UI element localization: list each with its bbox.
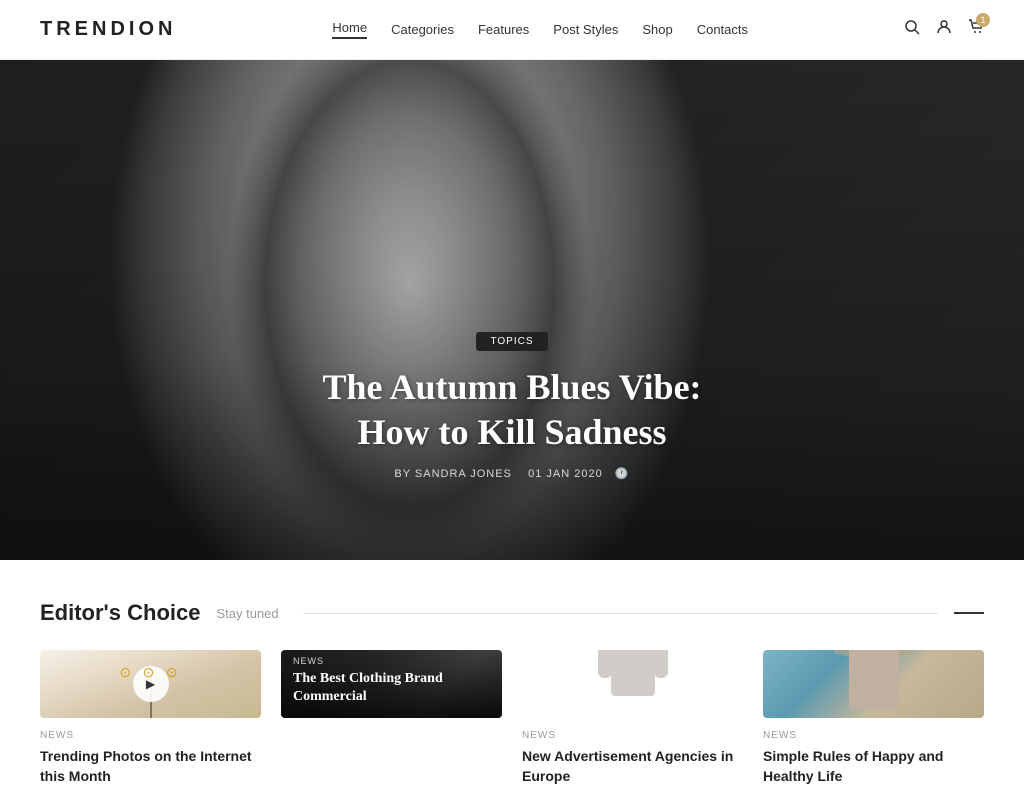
card-4[interactable]: NEWS Simple Rules of Happy and Healthy L… (763, 650, 984, 718)
hero-author: BY SANDRA JONES (394, 468, 512, 480)
hero-overlay (0, 60, 1024, 560)
card-1[interactable]: ▶ NEWS Trending Photos on the Internet t… (40, 650, 261, 718)
card-3-category: NEWS (522, 730, 743, 741)
header: TRENDION Home Categories Features Post S… (0, 0, 1024, 60)
section-divider (303, 613, 938, 614)
user-icon[interactable] (936, 19, 952, 40)
card-4-category: NEWS (763, 730, 984, 741)
header-actions: 1 (904, 19, 984, 40)
card-2-overlay: NEWS The Best Clothing Brand Commercial (281, 650, 502, 718)
hero-content: TOPICS The Autumn Blues Vibe:How to Kill… (212, 331, 812, 480)
card-3-image (522, 650, 743, 718)
cart-icon[interactable]: 1 (968, 19, 984, 40)
card-1-image: ▶ (40, 650, 261, 718)
card-4-title: Simple Rules of Happy and Healthy Life (763, 747, 984, 786)
card-2[interactable]: NEWS The Best Clothing Brand Commercial (281, 650, 502, 718)
editors-choice-section: Editor's Choice Stay tuned ▶ NEWS Trendi… (0, 560, 1024, 748)
card-2-overlay-category: NEWS (293, 656, 490, 666)
hero-background (0, 60, 1024, 560)
play-button[interactable]: ▶ (133, 666, 169, 702)
card-3-title: New Advertisement Agencies in Europe (522, 747, 743, 786)
card-4-image (763, 650, 984, 718)
nav-home[interactable]: Home (332, 20, 367, 39)
nav-contacts[interactable]: Contacts (697, 22, 748, 37)
main-nav: Home Categories Features Post Styles Sho… (332, 20, 748, 39)
section-title: Editor's Choice (40, 600, 200, 626)
hero-date: 01 JAN 2020 (528, 468, 603, 480)
card-1-category: NEWS (40, 730, 261, 741)
cart-badge: 1 (976, 13, 990, 27)
hero-topics-badge[interactable]: TOPICS (476, 332, 547, 351)
nav-shop[interactable]: Shop (642, 22, 672, 37)
cards-grid: ▶ NEWS Trending Photos on the Internet t… (40, 650, 984, 718)
card-2-image: NEWS The Best Clothing Brand Commercial (281, 650, 502, 718)
card-2-overlay-title: The Best Clothing Brand Commercial (293, 670, 490, 706)
hero-section: TOPICS The Autumn Blues Vibe:How to Kill… (0, 60, 1024, 560)
search-icon[interactable] (904, 19, 920, 40)
hero-title[interactable]: The Autumn Blues Vibe:How to Kill Sadnes… (212, 365, 812, 455)
card-1-title: Trending Photos on the Internet this Mon… (40, 747, 261, 786)
nav-categories[interactable]: Categories (391, 22, 454, 37)
section-subtitle: Stay tuned (216, 606, 278, 621)
card-3[interactable]: NEWS New Advertisement Agencies in Europ… (522, 650, 743, 718)
section-dash (954, 612, 984, 614)
logo[interactable]: TRENDION (40, 18, 176, 41)
nav-post-styles[interactable]: Post Styles (553, 22, 618, 37)
hero-meta: BY SANDRA JONES 01 JAN 2020 🕐 (212, 467, 812, 480)
section-header: Editor's Choice Stay tuned (40, 600, 984, 626)
nav-features[interactable]: Features (478, 22, 529, 37)
